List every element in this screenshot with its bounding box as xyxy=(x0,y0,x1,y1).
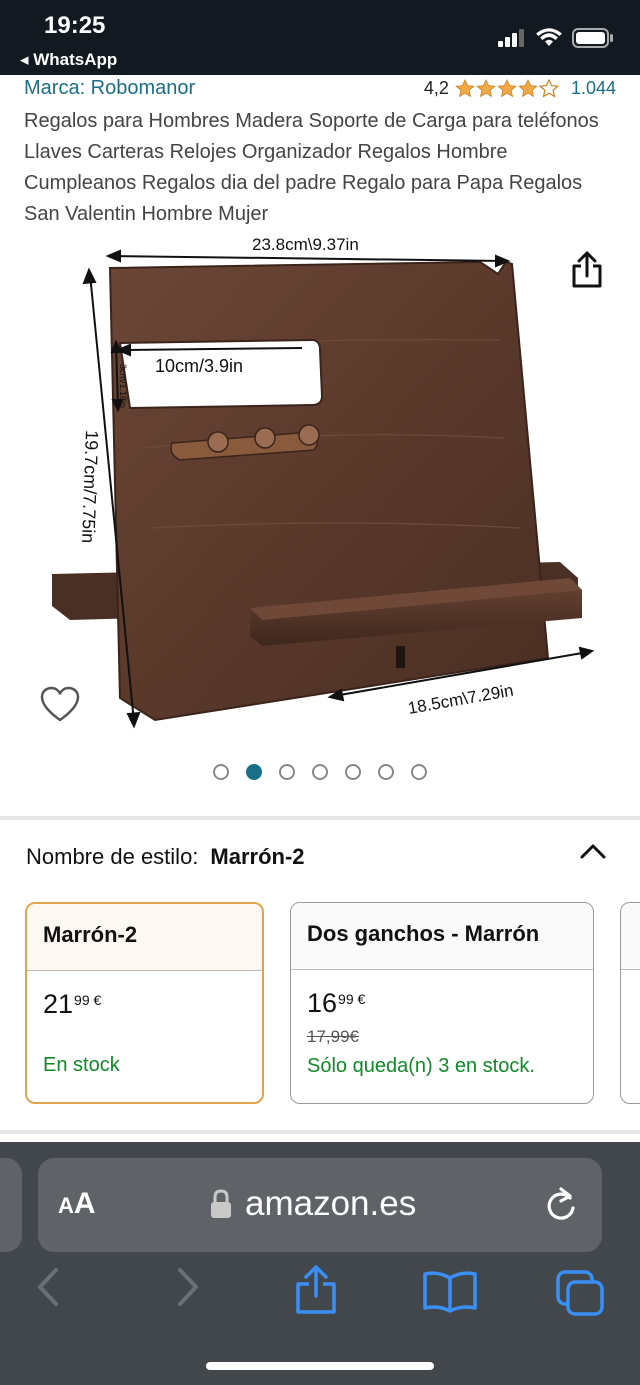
carousel-dot[interactable] xyxy=(411,764,427,780)
old-price: 17,99€ xyxy=(307,1027,359,1046)
wifi-icon xyxy=(536,28,562,46)
style-selector-label: Nombre de estilo: Marrón-2 xyxy=(26,844,305,870)
style-option-card-partial[interactable] xyxy=(620,902,640,1104)
dimension-slot-height-label: 3cm/1.18in xyxy=(118,364,128,408)
bookmarks-icon[interactable] xyxy=(422,1270,478,1314)
style-option-card[interactable]: Dos ganchos - Marrón 16 99 € 17,99€ Sólo … xyxy=(290,902,594,1104)
previous-tab-pill[interactable] xyxy=(0,1158,22,1252)
forward-arrow-icon[interactable] xyxy=(172,1266,202,1308)
rating-value: 4,2 xyxy=(423,78,449,98)
home-indicator xyxy=(206,1362,434,1370)
back-to-whatsapp-link[interactable]: ◂ WhatsApp xyxy=(20,50,117,70)
browser-nav-row xyxy=(0,1264,640,1326)
share-button-icon[interactable] xyxy=(294,1264,338,1316)
lock-icon xyxy=(211,1189,231,1218)
brand-link[interactable]: Marca: Robomanor xyxy=(24,77,195,100)
star-empty-icon xyxy=(538,79,559,98)
style-option-price: 16 99 € xyxy=(307,988,577,1019)
price-integer: 21 xyxy=(43,989,74,1019)
style-options: Marrón-2 21 99 € En stock Dos ganchos - M… xyxy=(0,900,640,1106)
browser-toolbar: AA amazon.es xyxy=(0,1142,640,1385)
style-label: Nombre de estilo: xyxy=(26,844,199,869)
style-option-card[interactable]: Marrón-2 21 99 € En stock xyxy=(25,902,264,1104)
carousel-dot[interactable] xyxy=(312,764,328,780)
status-icons xyxy=(498,28,614,48)
rating-stars xyxy=(455,79,559,98)
reload-icon[interactable] xyxy=(543,1186,579,1224)
status-time: 19:25 xyxy=(44,12,106,39)
rating-summary[interactable]: 4,2 1.044 xyxy=(424,78,616,99)
stock-status: En stock xyxy=(43,1054,120,1076)
price-decimal: 99 € xyxy=(338,991,366,1007)
style-option-price: 21 99 € xyxy=(43,989,246,1020)
battery-icon xyxy=(572,28,613,48)
section-divider xyxy=(0,816,640,820)
dimension-slot-width-label: 10cm/3.9in xyxy=(155,356,243,376)
product-image[interactable]: 23.8cm\9.37in 10cm/3.9in 3cm/1.18in 19.7… xyxy=(0,228,640,748)
star-full-icon xyxy=(497,79,517,98)
style-value: Marrón-2 xyxy=(210,844,305,869)
style-option-name-partial xyxy=(621,903,640,970)
style-option-name: Marrón-2 xyxy=(27,904,262,971)
carousel-dot[interactable] xyxy=(279,764,295,780)
chevron-up-icon[interactable] xyxy=(578,840,608,862)
status-bar: 19:25 ◂ WhatsApp xyxy=(0,0,640,75)
star-full-icon xyxy=(455,79,475,98)
carousel-dot[interactable] xyxy=(246,764,262,780)
carousel-dot[interactable] xyxy=(378,764,394,780)
style-option-name: Dos ganchos - Marrón xyxy=(291,903,593,970)
reader-settings-button[interactable]: AA xyxy=(58,1187,96,1221)
carousel-dot[interactable] xyxy=(213,764,229,780)
stock-status: Sólo queda(n) 3 en stock. xyxy=(307,1055,535,1077)
product-title: Regalos para Hombres Madera Soporte de C… xyxy=(24,110,599,225)
url-text: amazon.es xyxy=(245,1184,417,1223)
price-integer: 16 xyxy=(307,988,338,1018)
carousel-dots[interactable] xyxy=(0,764,640,780)
section-divider xyxy=(0,1130,640,1134)
tabs-icon[interactable] xyxy=(554,1268,608,1318)
address-bar[interactable]: AA amazon.es xyxy=(38,1158,602,1252)
share-icon[interactable] xyxy=(570,250,604,290)
rating-count-link[interactable]: 1.044 xyxy=(571,78,616,99)
carousel-dot[interactable] xyxy=(345,764,361,780)
cellular-signal-icon xyxy=(498,29,524,47)
dimension-width-label: 23.8cm\9.37in xyxy=(252,235,359,254)
star-full-icon xyxy=(476,79,496,98)
star-full-icon xyxy=(518,79,538,98)
back-arrow-icon[interactable] xyxy=(34,1266,64,1308)
dimension-tray-label: 18.5cm\7.29in xyxy=(406,681,514,718)
price-decimal: 99 € xyxy=(74,992,102,1008)
dimension-height-label: 19.7cm/7.75in xyxy=(78,430,102,544)
wishlist-heart-icon[interactable] xyxy=(40,686,80,724)
